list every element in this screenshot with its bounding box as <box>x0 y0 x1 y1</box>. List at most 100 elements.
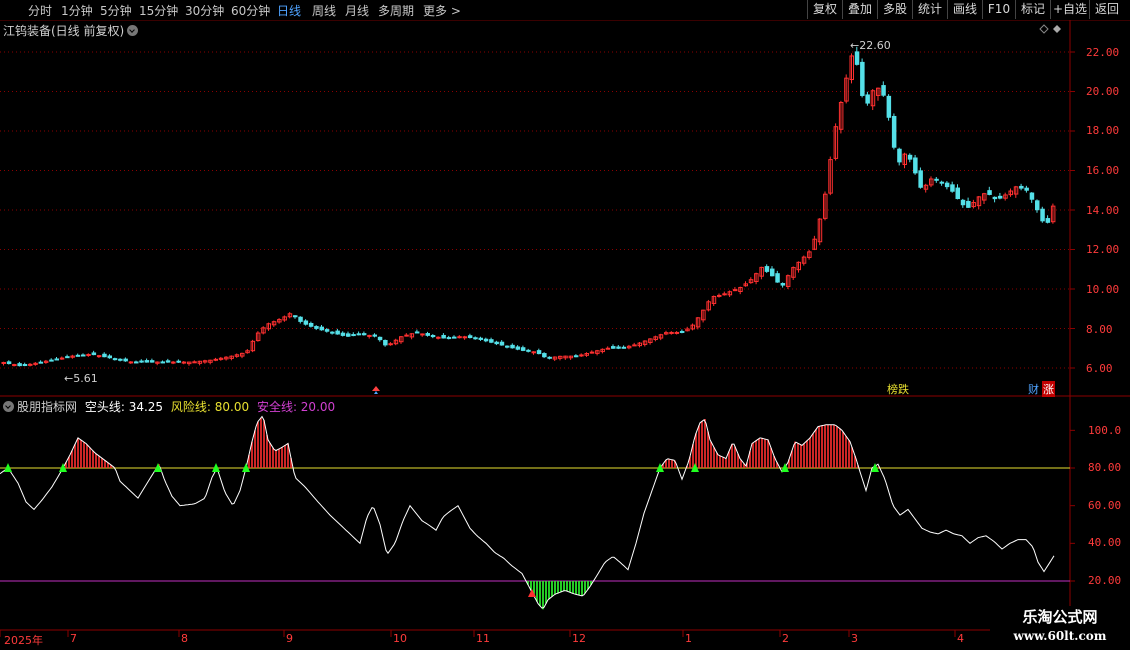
candle-body <box>473 337 478 340</box>
candle-body <box>520 347 526 351</box>
x-tick: 3 <box>851 632 858 645</box>
candle-body <box>531 351 536 354</box>
x-tick: 12 <box>572 632 586 645</box>
kline-chart[interactable] <box>0 0 1130 650</box>
diamond-icon <box>1039 24 1049 34</box>
candle-body <box>621 346 627 349</box>
safe-line-label: 安全线: 20.00 <box>256 400 336 414</box>
left-arrow-icon: ← <box>850 39 860 52</box>
ind-y-tick: 40.00 <box>1088 536 1122 549</box>
x-tick: 2 <box>782 632 789 645</box>
candle-body <box>324 329 330 332</box>
candle-body <box>955 187 960 200</box>
candle-body <box>340 332 346 336</box>
candle-body <box>372 334 377 337</box>
candle-body <box>579 354 584 357</box>
candle-body <box>171 361 176 364</box>
candle-body <box>770 268 775 277</box>
finance-badge[interactable]: 财 <box>1027 381 1040 397</box>
x-tick: 9 <box>286 632 293 645</box>
candle-body <box>934 178 939 181</box>
rank-badge[interactable]: 榜跌 <box>886 381 910 397</box>
chevron-down-icon[interactable] <box>3 401 14 412</box>
ind-y-tick: 60.00 <box>1088 499 1122 512</box>
candle-body <box>298 316 303 322</box>
candle-body <box>54 358 59 361</box>
candle-body <box>526 349 531 352</box>
kong-line <box>0 415 1055 609</box>
candle-body <box>22 364 28 367</box>
x-tick: 10 <box>393 632 407 645</box>
candle-body <box>452 336 457 339</box>
candle-body <box>330 331 335 334</box>
candle-body <box>510 344 515 349</box>
candle-body <box>674 331 680 334</box>
chevron-down-icon[interactable] <box>127 25 139 36</box>
candle-body <box>65 356 70 359</box>
candle-body <box>314 326 319 329</box>
candle-body <box>918 170 923 188</box>
candle-body <box>780 283 786 286</box>
candle-body <box>123 358 128 362</box>
candle-body <box>907 154 913 160</box>
candle-body <box>213 358 218 361</box>
kong-line-label: 空头线: 34.25 <box>84 400 164 414</box>
candle-body <box>467 335 473 339</box>
watermark: 乐淘公式网 www.60lt.com <box>990 606 1130 650</box>
event-marker-icon <box>372 386 380 391</box>
candle-body <box>881 85 886 96</box>
candle-body <box>679 330 685 333</box>
candle-body <box>430 335 436 338</box>
x-tick: 7 <box>70 632 77 645</box>
rise-badge[interactable]: 涨 <box>1042 381 1055 397</box>
x-tick: 8 <box>181 632 188 645</box>
candle-body <box>1029 192 1035 200</box>
candle-body <box>542 353 547 358</box>
candle-body <box>75 354 81 357</box>
candle-body <box>346 333 351 337</box>
candle-body <box>764 266 770 272</box>
ind-y-tick: 80.00 <box>1088 461 1122 474</box>
candle-body <box>102 353 107 358</box>
x-tick: 4 <box>957 632 964 645</box>
candle-body <box>1019 185 1024 189</box>
candle-body <box>86 353 91 356</box>
x-tick: 2025年 <box>4 634 43 647</box>
candle-body <box>367 334 372 337</box>
candle-body <box>515 346 521 350</box>
candle-body <box>149 360 155 363</box>
candle-body <box>860 61 865 96</box>
candle-body <box>589 351 595 354</box>
candle-body <box>505 345 510 348</box>
candle-body <box>499 341 505 346</box>
candle-body <box>107 355 112 359</box>
candle-body <box>81 354 86 357</box>
candle-body <box>611 346 616 349</box>
stock-title: 江钨装备(日线 前复权) <box>3 24 125 38</box>
candle-body <box>865 94 870 104</box>
candle-body <box>717 294 722 297</box>
candle-body <box>128 361 134 364</box>
candle-body <box>351 334 356 337</box>
high-price-label: ←22.60 <box>850 39 891 52</box>
low-price-label: ←5.61 <box>64 372 98 385</box>
candle-body <box>361 333 367 336</box>
candle-body <box>49 359 54 362</box>
candle-body <box>192 361 197 364</box>
main-chart-title: 江钨装备(日线 前复权) <box>3 22 139 39</box>
candle-body <box>319 326 324 331</box>
candle-body <box>478 337 483 340</box>
candle-body <box>144 360 150 363</box>
candle-body <box>960 199 966 206</box>
ind-y-tick: 20.00 <box>1088 574 1122 587</box>
candle-body <box>12 364 17 367</box>
candle-body <box>722 293 727 296</box>
candle-body <box>891 115 897 148</box>
candle-body <box>997 195 1003 199</box>
candle-body <box>494 341 499 345</box>
candle-body <box>775 273 780 283</box>
candle-body <box>987 190 992 195</box>
candle-body <box>181 361 187 364</box>
y-tick: 18.00 <box>1086 124 1120 137</box>
candle-body <box>335 330 340 335</box>
